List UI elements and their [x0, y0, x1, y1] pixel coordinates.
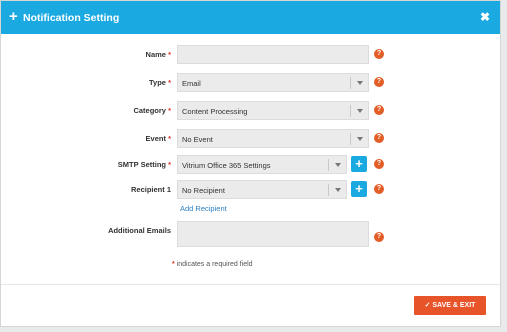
required-mark: * [168, 78, 171, 87]
notification-setting-dialog: + Notification Setting ✖ Name * ? Type *… [0, 0, 501, 327]
help-icon[interactable]: ? [374, 49, 384, 59]
required-mark: * [168, 106, 171, 115]
category-select-value: Content Processing [182, 107, 248, 116]
recipient-label-text: Recipient 1 [130, 185, 171, 194]
required-mark: * [168, 50, 171, 59]
chevron-down-icon[interactable] [350, 133, 368, 145]
type-select[interactable]: Email [177, 73, 369, 92]
plus-icon: + [9, 8, 18, 25]
help-icon[interactable]: ? [374, 133, 384, 143]
additional-emails-label: Additional Emails [1, 226, 171, 235]
required-note-text: indicates a required field [174, 261, 253, 268]
event-select-value: No Event [182, 135, 213, 144]
name-label: Name * [1, 50, 171, 59]
name-label-text: Name [145, 50, 166, 59]
type-label-text: Type [149, 78, 166, 87]
help-icon[interactable]: ? [374, 105, 384, 115]
required-mark: * [168, 160, 171, 169]
type-select-value: Email [182, 79, 201, 88]
recipient-select[interactable]: No Recipient [177, 180, 347, 199]
event-label: Event * [1, 134, 171, 143]
add-smtp-button[interactable]: + [351, 156, 367, 172]
event-label-text: Event [145, 134, 166, 143]
smtp-select[interactable]: Vitrium Office 365 Settings [177, 155, 347, 174]
chevron-down-icon[interactable] [350, 77, 368, 89]
category-label-text: Category [133, 106, 166, 115]
dialog-title: Notification Setting [23, 12, 120, 24]
smtp-label: SMTP Setting * [1, 160, 171, 169]
help-icon[interactable]: ? [374, 232, 384, 242]
footer-divider [1, 284, 500, 285]
help-icon[interactable]: ? [374, 184, 384, 194]
type-label: Type * [1, 78, 171, 87]
dialog-titlebar: + Notification Setting ✖ [1, 1, 500, 34]
additional-emails-textarea[interactable] [177, 221, 369, 247]
smtp-select-value: Vitrium Office 365 Settings [182, 161, 271, 170]
recipient-label: Recipient 1 [1, 185, 171, 194]
category-select[interactable]: Content Processing [177, 101, 369, 120]
save-and-exit-button[interactable]: ✓ SAVE & EXIT [414, 296, 486, 315]
required-field-note: * indicates a required field [172, 261, 253, 268]
category-label: Category * [1, 106, 171, 115]
help-icon[interactable]: ? [374, 159, 384, 169]
event-select[interactable]: No Event [177, 129, 369, 148]
chevron-down-icon[interactable] [328, 184, 346, 196]
name-input[interactable] [177, 45, 369, 64]
chevron-down-icon[interactable] [328, 159, 346, 171]
smtp-label-text: SMTP Setting [117, 160, 166, 169]
chevron-down-icon[interactable] [350, 105, 368, 117]
help-icon[interactable]: ? [374, 77, 384, 87]
close-icon[interactable]: ✖ [480, 11, 490, 23]
recipient-select-value: No Recipient [182, 186, 225, 195]
add-recipient-plus-button[interactable]: + [351, 181, 367, 197]
additional-emails-label-text: Additional Emails [108, 226, 171, 235]
required-mark: * [168, 134, 171, 143]
add-recipient-link[interactable]: Add Recipient [180, 204, 227, 213]
